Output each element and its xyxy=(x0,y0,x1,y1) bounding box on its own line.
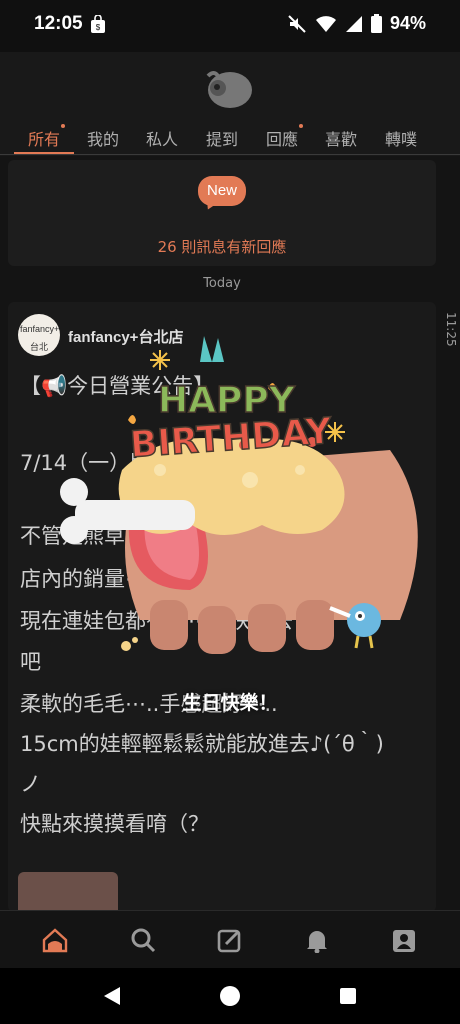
bell-icon[interactable] xyxy=(304,927,330,953)
back-icon[interactable] xyxy=(102,986,122,1006)
tab-private[interactable]: 私人 xyxy=(146,126,178,150)
app-header: 所有 我的 私人 提到 回應 喜歡 轉噗 xyxy=(0,52,460,156)
home-icon[interactable] xyxy=(42,927,68,953)
tab-likes[interactable]: 喜歡 xyxy=(325,126,357,150)
tab-all[interactable]: 所有 xyxy=(28,126,60,150)
bag-icon: $ xyxy=(91,15,105,33)
post-line: 柔軟的毛毛⋯..手感超好⋯.. xyxy=(20,692,278,716)
post-line: 快點來摸摸看唷（？ xyxy=(20,812,209,836)
post-image-thumbnail[interactable] xyxy=(18,872,118,912)
new-responses-text[interactable]: 26 則訊息有新回應 xyxy=(8,236,436,257)
post-timestamp: 11:25 xyxy=(444,312,458,347)
recents-icon[interactable] xyxy=(339,987,357,1005)
date-separator: Today xyxy=(203,276,241,291)
filter-tabs: 所有 我的 私人 提到 回應 喜歡 轉噗 xyxy=(0,122,460,154)
post-card[interactable]: fanfancy+ 台北 fanfancy+台北店 【📢今日營業公告】 7/14… xyxy=(8,302,436,912)
tab-all-dot xyxy=(61,124,65,128)
bottom-nav xyxy=(0,910,460,969)
plurk-logo-icon xyxy=(206,71,252,108)
post-author[interactable]: fanfancy+台北店 xyxy=(68,326,183,347)
battery-percent: 94% xyxy=(389,13,426,33)
battery-icon xyxy=(370,14,382,33)
post-line: 15cm的娃輕輕鬆鬆就能放進去♪(´θ｀) xyxy=(20,732,384,756)
system-nav-bar xyxy=(0,968,460,1024)
tab-mentions[interactable]: 提到 xyxy=(206,126,238,150)
tab-responses[interactable]: 回應 xyxy=(266,126,298,150)
svg-text:$: $ xyxy=(96,23,101,32)
home-button-icon[interactable] xyxy=(219,985,241,1007)
mute-icon xyxy=(288,14,306,33)
new-badge: New xyxy=(198,176,246,206)
post-line: ノ xyxy=(20,772,41,796)
post-line: 7/14（一）照常營業 xyxy=(20,451,215,475)
avatar-text-city: 台北 xyxy=(30,343,49,353)
post-line: 【📢今日營業公告】 xyxy=(20,374,215,398)
tab-mine[interactable]: 我的 xyxy=(87,126,119,150)
avatar-text-brand: fanfancy+ xyxy=(20,324,60,334)
search-icon[interactable] xyxy=(130,927,156,953)
status-bar: 12:05 $ 94% xyxy=(0,0,460,52)
tab-responses-dot xyxy=(299,124,303,128)
post-line: 現在連娃包都有了⋯⋯快來去 xyxy=(20,609,293,633)
signal-icon xyxy=(345,15,362,32)
post-line: 吧 xyxy=(20,650,41,674)
status-time: 12:05 xyxy=(34,13,83,34)
tab-replurks[interactable]: 轉噗 xyxy=(385,126,417,150)
avatar[interactable]: fanfancy+ 台北 xyxy=(18,314,60,356)
profile-icon[interactable] xyxy=(391,927,417,953)
post-line: 店內的銷量⋯⋯ xyxy=(20,567,167,591)
compose-icon[interactable] xyxy=(217,927,243,953)
post-line: 不管是熊草還是⋯⋯⋯⋯一直是 xyxy=(20,524,314,548)
new-responses-card[interactable]: New 26 則訊息有新回應 xyxy=(8,160,436,266)
header-divider xyxy=(0,154,460,155)
wifi-icon xyxy=(315,15,336,32)
